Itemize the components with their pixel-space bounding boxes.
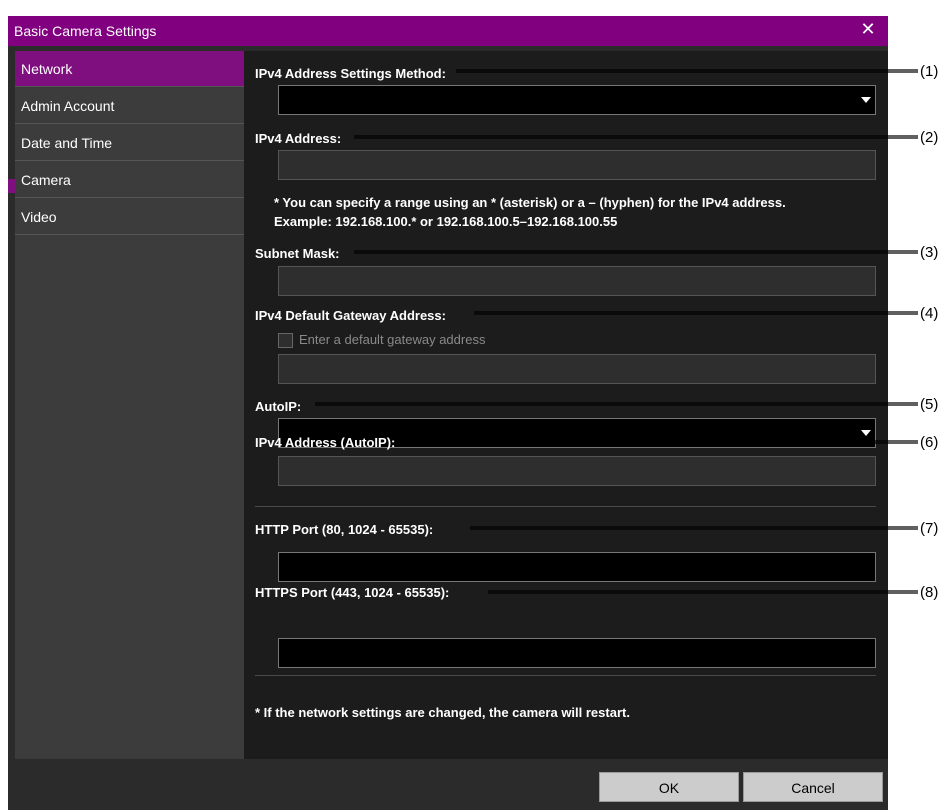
callout-4: (4) xyxy=(920,305,938,322)
callout-5: (5) xyxy=(920,396,938,413)
callout-2: (2) xyxy=(920,129,938,146)
callout-lines: (1) (2) (3) (4) (5) (6) (7) (8) xyxy=(315,63,938,601)
callout-8: (8) xyxy=(920,584,938,601)
callout-1: (1) xyxy=(920,63,938,80)
callout-3: (3) xyxy=(920,244,938,261)
callout-7: (7) xyxy=(920,520,938,537)
callout-6: (6) xyxy=(920,434,938,451)
